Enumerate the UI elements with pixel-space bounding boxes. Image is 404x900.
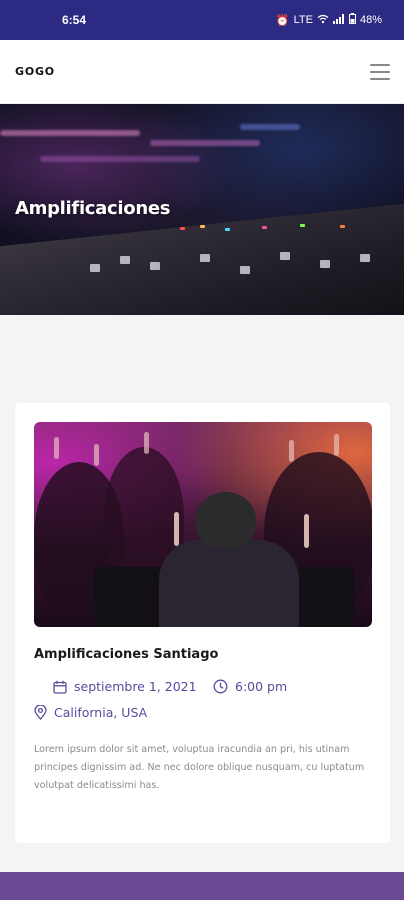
event-date: septiembre 1, 2021 [53, 679, 197, 694]
event-time-text: 6:00 pm [235, 679, 288, 694]
calendar-icon [53, 680, 67, 694]
event-location-text: California, USA [54, 705, 148, 720]
brand-logo[interactable]: GOGO [15, 65, 55, 78]
alarm-icon: ⏰ [275, 14, 290, 27]
hero-banner: Amplificaciones [0, 104, 404, 315]
page-title: Amplificaciones [15, 198, 171, 219]
event-image[interactable] [34, 422, 372, 627]
signal-icon [332, 13, 345, 27]
dj-figure [159, 540, 299, 627]
event-date-text: septiembre 1, 2021 [74, 679, 197, 694]
dj-head [196, 492, 256, 548]
data-icon: LTE [293, 14, 313, 26]
hamburger-menu-icon[interactable] [370, 63, 390, 80]
event-time: 6:00 pm [213, 679, 287, 694]
wifi-icon [317, 14, 329, 27]
stage-lights [0, 112, 404, 182]
event-title[interactable]: Amplificaciones Santiago [34, 647, 218, 662]
event-description: Lorem ipsum dolor sit amet, voluptua ira… [34, 744, 365, 791]
status-icons: ⏰ LTE 48% [276, 13, 382, 27]
location-pin-icon [34, 705, 47, 720]
status-time: 6:54 [62, 13, 87, 27]
app-header: GOGO [0, 40, 404, 104]
battery-icon [348, 13, 356, 27]
battery-percent: 48% [359, 14, 382, 26]
clock-icon [213, 679, 228, 694]
event-card[interactable]: Amplificaciones Santiago septiembre 1, 2… [15, 403, 390, 843]
status-bar: 6:54 ⏰ LTE 48% [0, 0, 404, 40]
event-location: California, USA [34, 705, 147, 720]
footer-bar [0, 872, 404, 900]
